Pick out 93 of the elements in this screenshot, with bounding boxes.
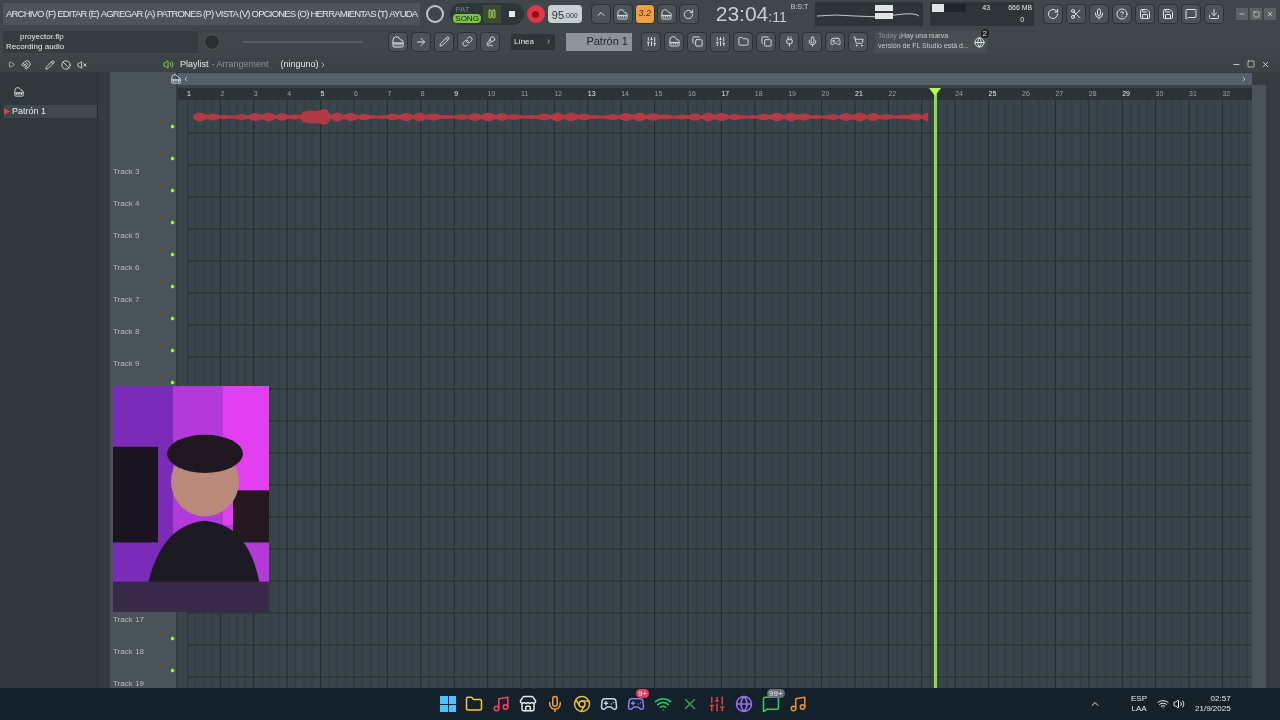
track-name: Track 8: [113, 326, 140, 338]
plug-icon[interactable]: [779, 31, 799, 52]
store-icon[interactable]: [519, 695, 537, 713]
volume-icon[interactable]: [1173, 698, 1185, 710]
track-led-icon[interactable]: [170, 156, 175, 161]
track-led-icon[interactable]: [170, 252, 175, 257]
playhead-marker-icon[interactable]: [929, 88, 942, 96]
track-led-icon[interactable]: [170, 220, 175, 225]
time-display: 23:04: [715, 3, 769, 25]
track-led-icon[interactable]: [170, 348, 175, 353]
minimize-icon: [1238, 10, 1246, 18]
microphone-icon[interactable]: [1089, 4, 1110, 24]
track-name: Track 6: [113, 262, 140, 274]
track-name: Track 3: [113, 166, 140, 178]
menu-item[interactable]: PATRONES (P): [155, 6, 215, 22]
project-file-name: proyector.flp: [19, 31, 65, 42]
track-name: Track 19: [113, 678, 144, 690]
pause-button[interactable]: [482, 5, 501, 23]
menu-item[interactable]: AGREGAR (A): [99, 6, 156, 22]
menu-item[interactable]: EDITAR (E): [56, 6, 100, 22]
mixer-icon[interactable]: [710, 31, 730, 52]
track-name: Track 4: [113, 198, 140, 210]
globe-icon[interactable]: [974, 36, 985, 48]
mixer-app-icon[interactable]: [708, 695, 726, 713]
save-icon[interactable]: [1135, 4, 1156, 24]
microphone-app-icon[interactable]: [546, 695, 564, 713]
keyboard-layout[interactable]: LAA: [1131, 704, 1147, 714]
pattern-marker-icon: [4, 108, 10, 115]
pattern-item[interactable]: Patrón 1: [4, 105, 97, 118]
close-icon[interactable]: [1261, 60, 1270, 69]
menu-item[interactable]: OPCIONES (O): [250, 6, 310, 22]
windows-start-icon[interactable]: [440, 696, 456, 712]
track-led-icon[interactable]: [170, 284, 175, 289]
clock-date[interactable]: 21/9/2025: [1195, 704, 1231, 714]
track-name: Track 17: [113, 614, 144, 626]
speaker-mute-icon[interactable]: [77, 59, 87, 70]
menu-item[interactable]: VISTA (V): [214, 6, 251, 22]
music-icon[interactable]: [492, 695, 510, 713]
notification-badge: 9+: [636, 689, 650, 698]
track-led-icon[interactable]: [170, 668, 175, 673]
menu-item[interactable]: ARCHIVO (F): [5, 6, 57, 22]
cart-icon[interactable]: [848, 31, 868, 52]
volume-knob-icon[interactable]: [426, 5, 445, 23]
help-icon[interactable]: [1112, 4, 1133, 24]
undo-icon[interactable]: [1043, 4, 1064, 24]
close-icon: [1266, 10, 1274, 18]
track-name: Track 9: [113, 358, 140, 370]
loop-record-icon[interactable]: [678, 4, 699, 24]
magnet-icon[interactable]: [21, 59, 31, 70]
snap-dropdown[interactable]: Línea: [511, 33, 555, 50]
notification-count: 2: [980, 28, 989, 38]
language-indicator[interactable]: ESP: [1131, 694, 1147, 704]
countdown-icon[interactable]: 3.2: [634, 4, 655, 24]
menu-item[interactable]: HERRAMIENTAS (T): [309, 6, 389, 22]
arrangement-selector[interactable]: (ninguno): [280, 57, 327, 72]
track-led-icon[interactable]: [170, 124, 175, 129]
pattern-selector[interactable]: Patrón 1: [566, 32, 632, 51]
save-as-icon[interactable]: [1158, 4, 1179, 24]
download-icon[interactable]: [1204, 4, 1225, 24]
chevron-icon: [545, 38, 552, 45]
chat-icon[interactable]: [1181, 4, 1202, 24]
maximize-icon: [1252, 10, 1260, 18]
mute-tool-icon[interactable]: [61, 59, 71, 70]
pause-icon: [486, 9, 497, 19]
track-led-icon[interactable]: [170, 316, 175, 321]
vertical-scrollbar[interactable]: [1252, 85, 1266, 688]
track-led-icon[interactable]: [170, 380, 175, 385]
track-name: Track 7: [113, 294, 140, 306]
hint-text: Recording audio: [6, 41, 66, 52]
window-subtitle: - Arrangement: [211, 57, 269, 71]
notification-badge: 99+: [767, 689, 785, 698]
documents-icon[interactable]: [756, 31, 776, 52]
link-icon[interactable]: [457, 31, 477, 52]
track-name: Track 18: [113, 646, 144, 658]
track-led-icon[interactable]: [170, 188, 175, 193]
menu-item[interactable]: AYUDA: [388, 6, 419, 22]
track-led-icon[interactable]: [170, 636, 175, 641]
close-button[interactable]: [1264, 8, 1276, 20]
maximize-icon[interactable]: [1247, 60, 1255, 68]
scroll-right-icon[interactable]: [1240, 75, 1248, 83]
mode-toggle[interactable]: SONG: [453, 14, 481, 23]
time-ticks: :11: [768, 9, 787, 25]
speaker-icon[interactable]: [163, 59, 174, 70]
folder-icon[interactable]: [465, 695, 483, 713]
scroll-left-icon[interactable]: [182, 75, 190, 83]
scissors-icon[interactable]: [1066, 4, 1087, 24]
network-icon[interactable]: [1157, 698, 1169, 710]
pencil-icon[interactable]: [45, 59, 55, 70]
window-title: Playlist: [180, 57, 209, 71]
clock-time[interactable]: 02:57: [1210, 694, 1231, 704]
cpu-meter-icon: [932, 4, 967, 12]
track-name: Track 5: [113, 230, 140, 242]
piano-icon[interactable]: [388, 31, 408, 52]
